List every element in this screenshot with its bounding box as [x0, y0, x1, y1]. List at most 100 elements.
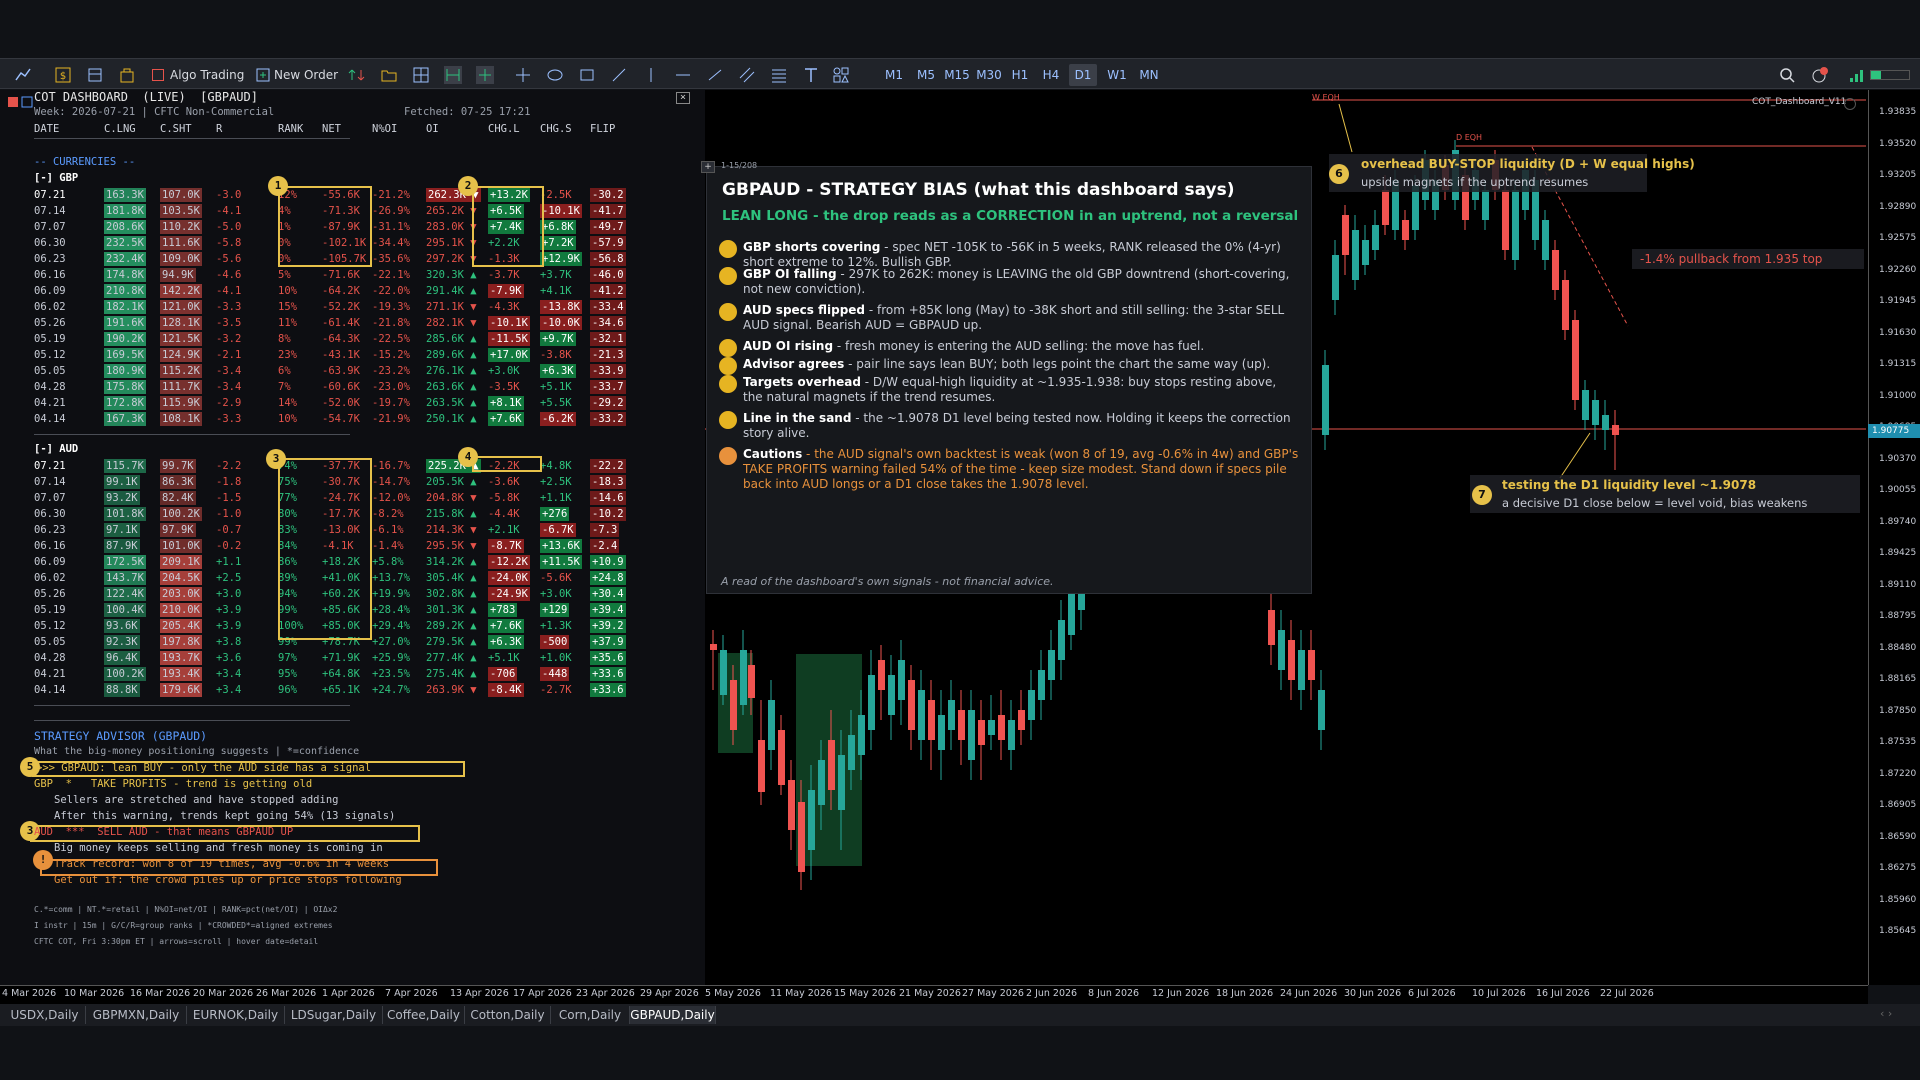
- timeframe-m1[interactable]: M1: [880, 64, 908, 86]
- cell-csht: 94.9K: [160, 268, 196, 282]
- date-label: 10 Jul 2026: [1472, 988, 1526, 999]
- candle-body: [1288, 640, 1295, 680]
- cell-net: -43.1K: [322, 349, 360, 361]
- timeframe-m15[interactable]: M15: [943, 64, 971, 86]
- bullet-icon: [719, 447, 737, 465]
- cell-oi: 263.5K ▲: [426, 397, 477, 409]
- fibonacci-icon[interactable]: [770, 66, 788, 84]
- cell-oi: 271.1K ▼: [426, 301, 477, 313]
- date-label: 24 Jun 2026: [1280, 988, 1338, 999]
- cell-date: 04.14: [34, 684, 66, 696]
- chart-tab[interactable]: GBPAUD,Daily: [630, 1006, 716, 1024]
- ray-icon[interactable]: [706, 66, 724, 84]
- timeframe-m30[interactable]: M30: [975, 64, 1003, 86]
- aud-group-label[interactable]: [-] AUD: [34, 443, 78, 455]
- cell-chgs: +276: [540, 507, 570, 521]
- dollar-icon[interactable]: $: [54, 66, 72, 84]
- timeframe-w1[interactable]: W1: [1103, 64, 1131, 86]
- dashboard-close-button[interactable]: ×: [676, 92, 690, 104]
- bullet-icon: [719, 267, 737, 285]
- candle-body: [798, 802, 805, 872]
- text-tool-icon[interactable]: [802, 66, 820, 84]
- chart-tab[interactable]: Corn,Daily: [551, 1006, 630, 1024]
- chart-tab[interactable]: USDX,Daily: [4, 1006, 86, 1024]
- date-label: 10 Mar 2026: [64, 988, 125, 999]
- candle-body: [748, 665, 755, 698]
- cell-n%oi: +27.0%: [372, 636, 410, 648]
- cell-oi: 205.5K ▲: [426, 476, 477, 488]
- date-label: 16 Mar 2026: [130, 988, 191, 999]
- indicator-close-icon[interactable]: [1844, 98, 1856, 110]
- currencies-section: -- CURRENCIES --: [34, 156, 136, 168]
- notifications-icon[interactable]: [1810, 66, 1828, 84]
- panel-page-counter: 1-15/208: [721, 161, 758, 170]
- time-axis[interactable]: 4 Mar 2026 10 Mar 2026 16 Mar 2026 20 Mar 2…: [0, 985, 1868, 1004]
- chart-tab[interactable]: Coffee,Daily: [383, 1006, 465, 1024]
- chart-tab[interactable]: GBPMXN,Daily: [86, 1006, 187, 1024]
- timeframe-d1[interactable]: D1: [1069, 64, 1097, 86]
- cell-chgs: -5.6K: [540, 572, 572, 584]
- search-icon[interactable]: [1778, 66, 1796, 84]
- price-label: 1.88165: [1879, 674, 1917, 684]
- shapes-icon[interactable]: [832, 66, 850, 84]
- timeframe-h4[interactable]: H4: [1037, 64, 1065, 86]
- crosshair-icon[interactable]: [514, 66, 532, 84]
- chart-tab[interactable]: Cotton,Daily: [465, 1006, 551, 1024]
- bag-icon[interactable]: [118, 66, 136, 84]
- bias-item-body: - the AUD signal's own backtest is weak …: [743, 447, 1299, 491]
- cell-n%oi: -21.8%: [372, 317, 410, 329]
- candle-body: [1382, 190, 1389, 225]
- channel-icon[interactable]: [738, 66, 756, 84]
- cell-csht: 121.5K: [160, 332, 202, 346]
- trade-arrows-icon[interactable]: [348, 66, 366, 84]
- cell-r: +2.5: [216, 572, 242, 584]
- tabs-scroll-icon[interactable]: ‹ ›: [1880, 1007, 1892, 1020]
- autoscroll-icon[interactable]: [444, 66, 462, 84]
- col-header-net: NET: [322, 123, 341, 135]
- cell-chgs: +4.8K: [540, 460, 572, 472]
- chart-type-icon[interactable]: [14, 66, 32, 84]
- vertical-line-icon[interactable]: [642, 66, 660, 84]
- cell-chgl: +17.0K: [488, 348, 530, 362]
- cell-chgl: -3.6K: [488, 476, 520, 488]
- timeframe-mn[interactable]: MN: [1135, 64, 1163, 86]
- rectangle-icon[interactable]: [578, 66, 596, 84]
- cell-csht: 121.0K: [160, 300, 202, 314]
- a7-pointer: [1559, 432, 1591, 479]
- cell-rank: 15%: [278, 301, 297, 313]
- algo-trading-button[interactable]: Algo Trading: [170, 65, 244, 85]
- candle-body: [1362, 240, 1369, 265]
- candle-body: [710, 644, 717, 650]
- panel-expand-icon[interactable]: +: [701, 161, 715, 173]
- candle-body: [740, 650, 747, 705]
- horizontal-line-icon[interactable]: [674, 66, 692, 84]
- chart-tab[interactable]: EURNOK,Daily: [187, 1006, 285, 1024]
- trendline-icon[interactable]: [610, 66, 628, 84]
- folder-icon[interactable]: [380, 66, 398, 84]
- cell-date: 06.16: [34, 269, 66, 281]
- timeframe-h1[interactable]: H1: [1006, 64, 1034, 86]
- cell-oi: 302.8K ▲: [426, 588, 477, 600]
- ellipse-icon[interactable]: [546, 66, 564, 84]
- advisor-aud-detail-2: Track record: won 8 of 19 times, avg -0.…: [54, 858, 390, 870]
- cell-flip: +24.8: [590, 571, 626, 585]
- dashboard-header-icons[interactable]: [8, 96, 34, 108]
- price-label: 1.93835: [1879, 107, 1917, 117]
- cell-r: -3.4: [216, 365, 242, 377]
- chart-shift-icon[interactable]: [476, 66, 494, 84]
- gbp-group-label[interactable]: [-] GBP: [34, 172, 78, 184]
- price-axis[interactable]: 1.93835 1.93520 1.93205 1.92890 1.92575 1.922…: [1868, 90, 1920, 985]
- grid-icon[interactable]: [412, 66, 430, 84]
- cell-csht: 97.9K: [160, 523, 196, 537]
- cell-date: 05.26: [34, 588, 66, 600]
- chart-tab[interactable]: LDSugar,Daily: [285, 1006, 383, 1024]
- bias-item-head: AUD specs flipped: [743, 303, 866, 317]
- timeframe-m5[interactable]: M5: [912, 64, 940, 86]
- chart-area[interactable]: W EQH D EQH COT_Dashboard_V11 6 overhead…: [0, 90, 1868, 985]
- new-order-button[interactable]: New Order: [274, 65, 338, 85]
- cell-chgs: -6.7K: [540, 523, 576, 537]
- candle-body: [1332, 255, 1339, 300]
- cell-n%oi: -26.9%: [372, 205, 410, 217]
- database-icon[interactable]: [86, 66, 104, 84]
- date-label: 1 Apr 2026: [322, 988, 375, 999]
